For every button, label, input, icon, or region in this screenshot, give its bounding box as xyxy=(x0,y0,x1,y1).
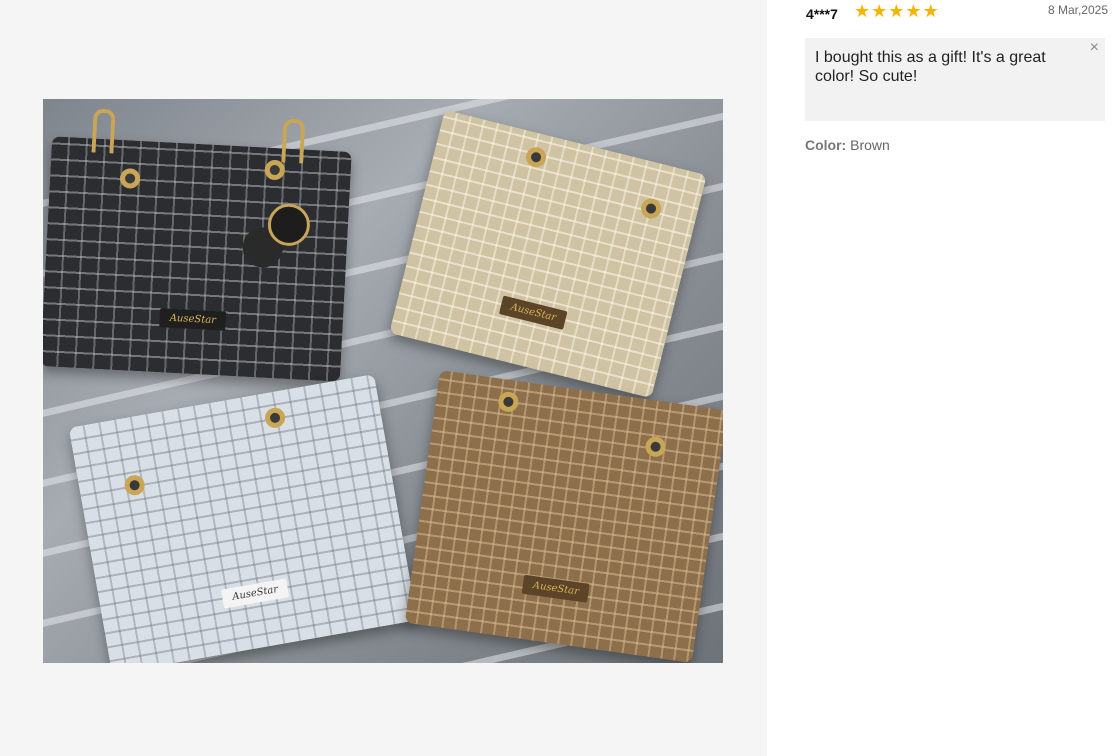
brand-plate: AuseStar xyxy=(220,578,290,609)
brand-plate: AuseStar xyxy=(521,574,591,603)
grommet xyxy=(638,196,664,221)
brand-plate: AuseStar xyxy=(159,308,227,331)
review-photo[interactable]: AuseStar AuseStar AuseStar AuseStar xyxy=(43,99,723,663)
black-tweed-bag: AuseStar xyxy=(43,108,352,382)
close-icon[interactable]: × xyxy=(1090,40,1099,56)
sku-label: Color: xyxy=(805,137,847,153)
rating-stars: ★ ★ ★ ★ ★ xyxy=(854,2,939,20)
beige-tweed-bag: AuseStar xyxy=(389,109,707,399)
grommet xyxy=(123,473,147,497)
grommet xyxy=(497,390,520,414)
review-text: I bought this as a gift! It's a great co… xyxy=(815,49,1046,85)
grommet xyxy=(119,167,141,189)
star-icon: ★ xyxy=(871,1,888,21)
bag-handle xyxy=(91,108,116,154)
grommet xyxy=(263,406,287,430)
brand-plate: AuseStar xyxy=(498,295,568,330)
star-icon: ★ xyxy=(854,1,871,21)
sku-value: Brown xyxy=(850,137,890,153)
grommet xyxy=(644,435,667,459)
sku-info: Color: Brown xyxy=(805,137,890,153)
review-header: 4***7 ★ ★ ★ ★ ★ 8 Mar,2025 xyxy=(806,0,1108,24)
star-icon: ★ xyxy=(888,1,905,21)
grommet xyxy=(523,145,549,170)
grommet xyxy=(264,159,286,181)
review-date: 8 Mar,2025 xyxy=(1047,3,1108,17)
reviewer-name: 4***7 xyxy=(806,6,838,22)
brown-tweed-bag: AuseStar xyxy=(404,370,723,663)
image-gallery-pane: AuseStar AuseStar AuseStar AuseStar xyxy=(0,0,767,756)
star-icon: ★ xyxy=(922,1,939,21)
star-icon: ★ xyxy=(905,1,922,21)
bag-handle xyxy=(281,118,306,164)
review-text-box: I bought this as a gift! It's a great co… xyxy=(805,38,1105,121)
white-tweed-bag: AuseStar xyxy=(68,373,418,663)
